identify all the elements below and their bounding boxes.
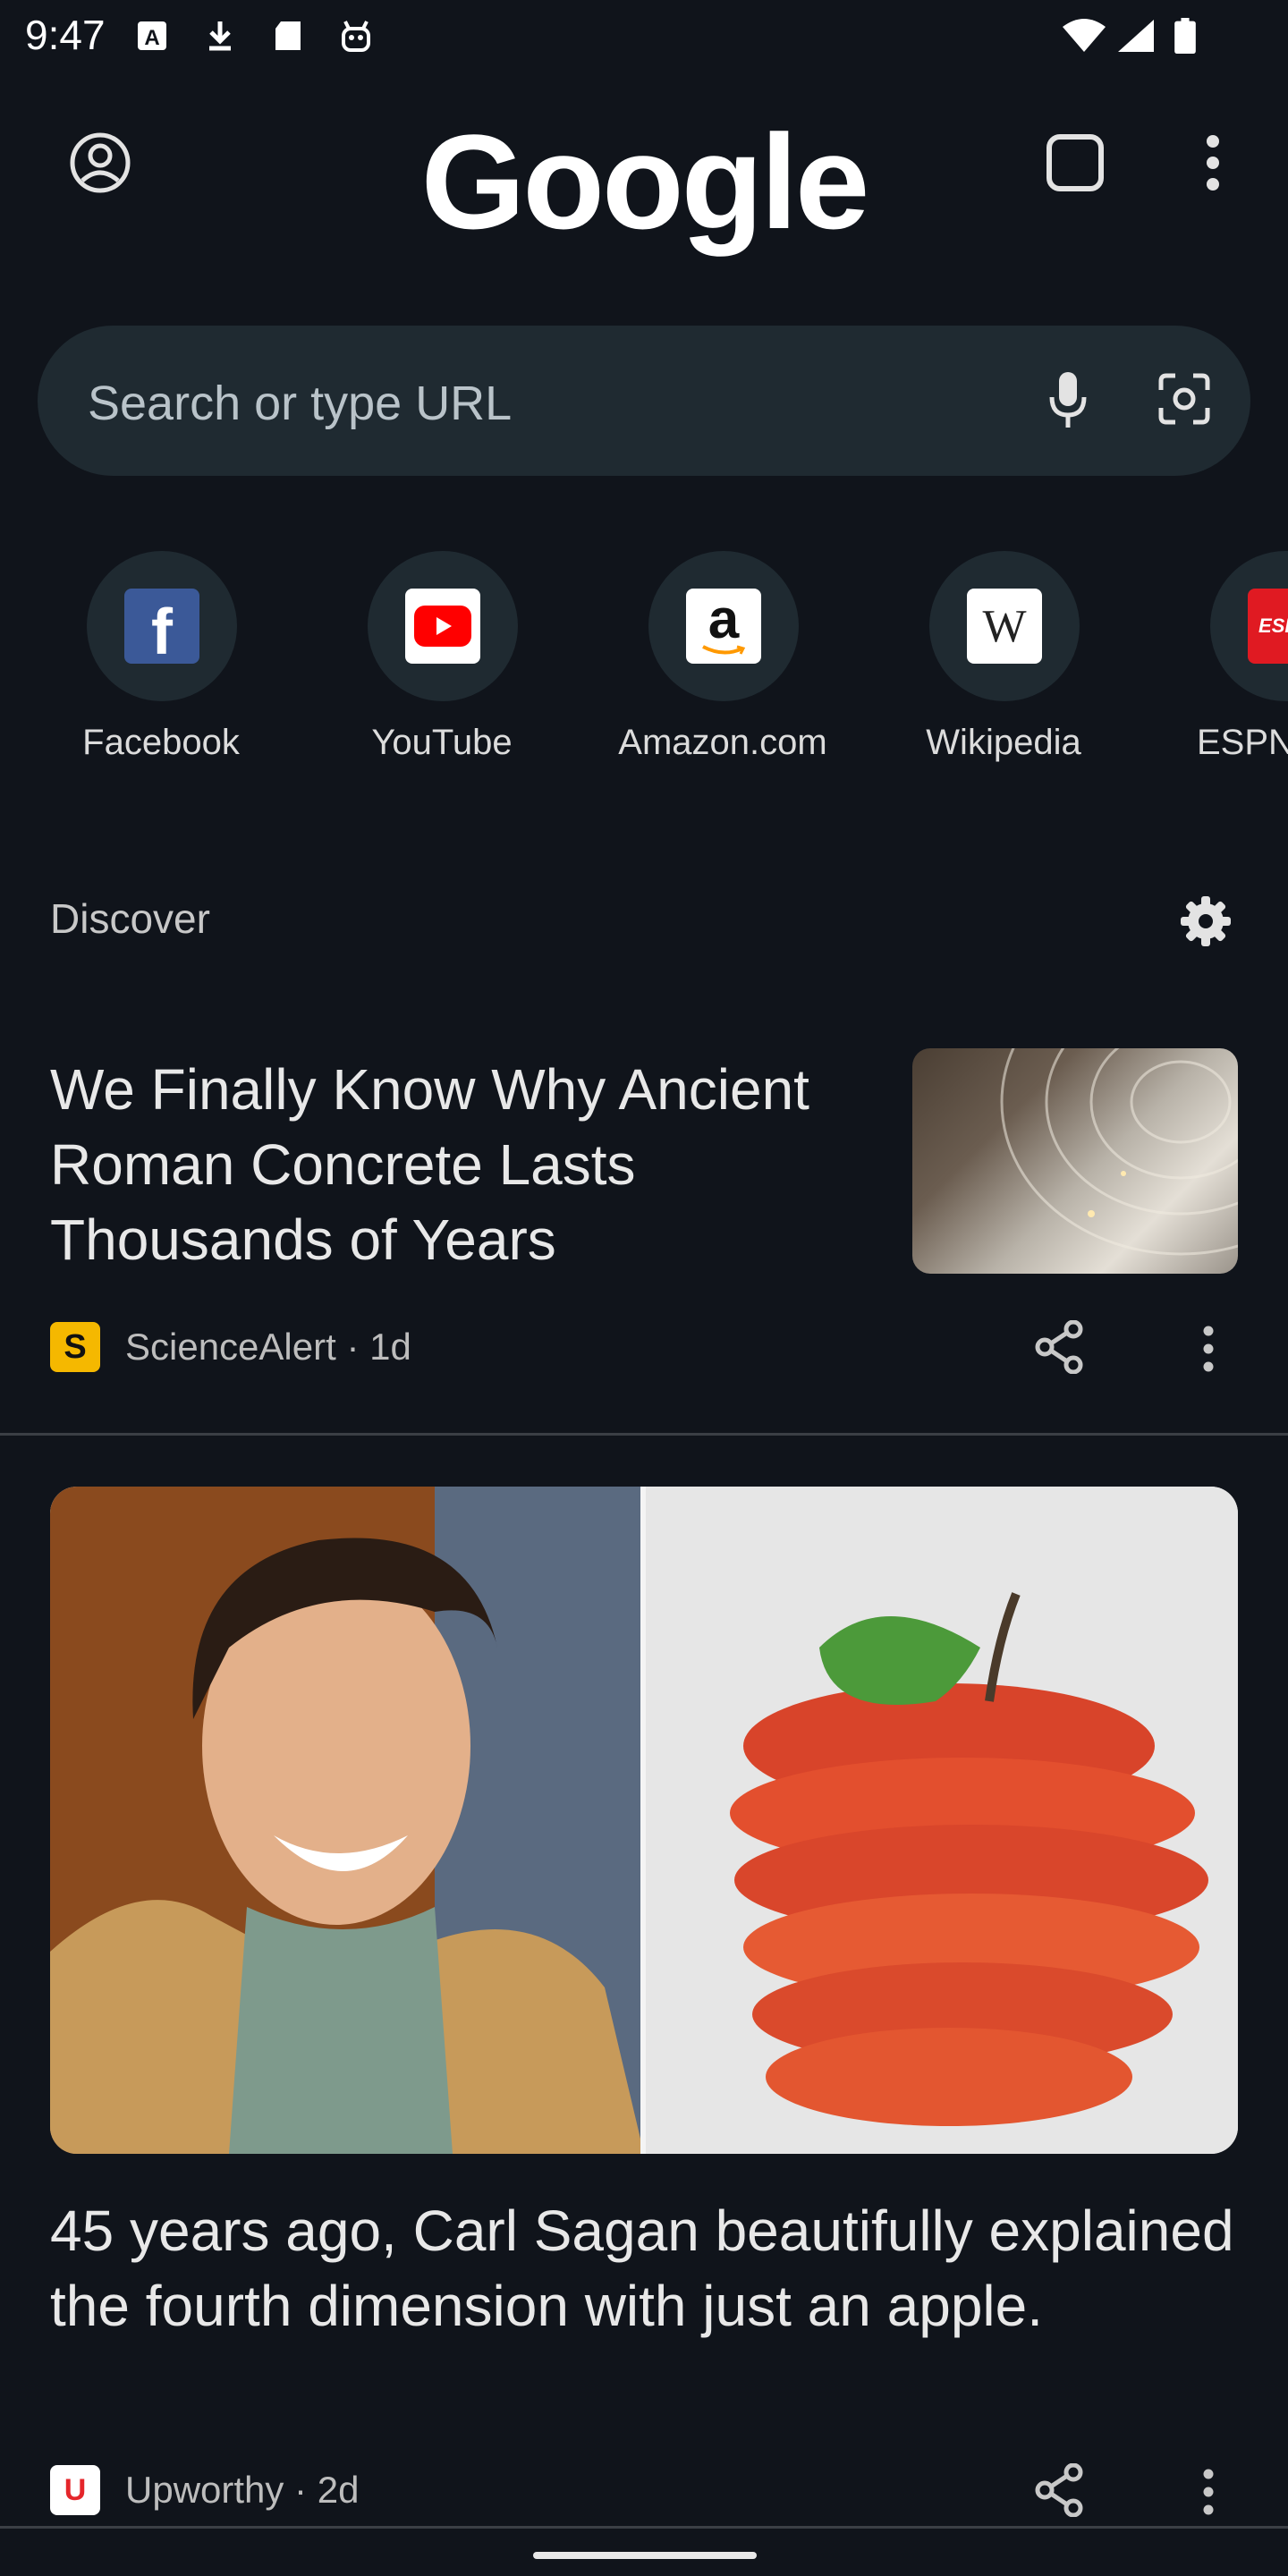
- shortcut-icon-bg: [368, 551, 518, 701]
- tab-switcher-button[interactable]: [1032, 120, 1118, 206]
- article-image[interactable]: [50, 1487, 1238, 2154]
- wifi-icon: [1063, 19, 1106, 52]
- sciencealert-logo: S: [50, 1322, 100, 1372]
- shortcut-facebook[interactable]: f Facebook: [45, 551, 277, 784]
- a-notification-icon: A: [138, 21, 166, 50]
- status-bar: 9:47 A: [0, 0, 1288, 75]
- share-icon[interactable]: [1034, 2463, 1084, 2517]
- amazon-icon: a: [686, 589, 761, 664]
- shortcut-label: Wikipedia: [926, 723, 1081, 762]
- battery-icon: [1174, 18, 1196, 54]
- article-thumbnail[interactable]: [912, 1048, 1238, 1274]
- shortcut-label: ESPN: [1197, 723, 1288, 762]
- share-icon[interactable]: [1034, 1320, 1084, 1374]
- shortcut-label: Amazon.com: [618, 723, 827, 762]
- shortcut-label: YouTube: [371, 723, 513, 762]
- svg-text:A: A: [144, 26, 159, 50]
- facebook-icon: f: [124, 589, 199, 668]
- espn-icon: ESPN: [1248, 589, 1288, 664]
- shortcut-wikipedia[interactable]: W Wikipedia: [887, 551, 1120, 784]
- article-source: Upworthy · 2d: [125, 2469, 360, 2511]
- gear-icon[interactable]: [1179, 894, 1233, 948]
- youtube-icon: [405, 589, 480, 664]
- source-row: U Upworthy · 2d: [50, 2465, 359, 2515]
- source-row: S ScienceAlert · 1d: [50, 1322, 411, 1372]
- shortcut-amazon[interactable]: a Amazon.com: [606, 551, 839, 784]
- more-vert-icon[interactable]: [1200, 2469, 1216, 2515]
- article-title[interactable]: 45 years ago, Carl Sagan beautifully exp…: [50, 2193, 1240, 2343]
- article-title[interactable]: We Finally Know Why Ancient Roman Concre…: [50, 1052, 855, 1277]
- sd-card-icon: [275, 21, 301, 50]
- download-icon: [209, 21, 231, 51]
- more-vert-icon: [1207, 135, 1219, 191]
- shortcut-label: Facebook: [82, 723, 240, 762]
- shortcut-espn[interactable]: ESPN ESPN: [1168, 551, 1288, 784]
- menu-button[interactable]: [1170, 120, 1256, 206]
- shortcut-icon-bg: f: [87, 551, 237, 701]
- shortcut-icon-bg: W: [929, 551, 1080, 701]
- signal-icon: [1118, 20, 1154, 52]
- search-bar[interactable]: Search or type URL: [38, 326, 1250, 476]
- wikipedia-icon: W: [967, 589, 1042, 664]
- more-vert-icon[interactable]: [1200, 1326, 1216, 1372]
- shortcut-icon-bg: a: [648, 551, 799, 701]
- upworthy-logo: U: [50, 2465, 100, 2515]
- divider: [0, 1433, 1288, 1436]
- mic-icon[interactable]: [1048, 370, 1088, 431]
- article-card-1[interactable]: We Finally Know Why Ancient Roman Concre…: [0, 1038, 1288, 1413]
- article-source: ScienceAlert · 1d: [125, 1326, 411, 1368]
- status-time: 9:47: [25, 12, 106, 58]
- article-card-2[interactable]: 45 years ago, Carl Sagan beautifully exp…: [0, 1487, 1288, 2524]
- android-icon: [342, 21, 370, 52]
- tab-switcher-icon: [1046, 134, 1104, 191]
- search-input[interactable]: Search or type URL: [88, 376, 512, 431]
- discover-label: Discover: [50, 895, 210, 942]
- divider: [0, 2526, 1288, 2529]
- lens-icon[interactable]: [1157, 372, 1211, 426]
- home-indicator[interactable]: [533, 2552, 757, 2559]
- shortcut-youtube[interactable]: YouTube: [326, 551, 558, 784]
- shortcut-icon-bg: ESPN: [1210, 551, 1288, 701]
